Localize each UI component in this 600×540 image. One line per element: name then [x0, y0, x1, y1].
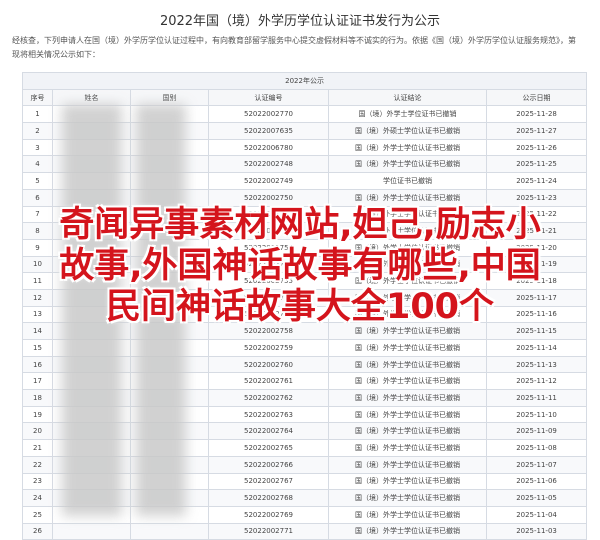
cell-no: 16 — [22, 355, 53, 374]
cell-id: 52022002749 — [208, 172, 329, 190]
cell-no: 21 — [22, 439, 53, 457]
header-no: 序号 — [22, 88, 53, 107]
cell-no: 3 — [22, 138, 53, 157]
cell-conclusion: 国（境）外学士学位认证书已撤销 — [328, 505, 487, 524]
cell-no: 25 — [22, 505, 53, 524]
cell-conclusion: 国（境）外学士学位认证书已撤销 — [328, 489, 487, 507]
header-id: 认证编号 — [208, 88, 329, 107]
intro-line-2: 现将相关情况公示如下： — [12, 50, 100, 59]
cell-no: 2 — [22, 122, 53, 140]
cell-id: 52022002763 — [208, 405, 329, 424]
table-row: 26 52022002771 国（境）外学士学位认证书已撤销 2025-11-03 — [22, 522, 588, 540]
cell-date: 2025-11-11 — [485, 389, 588, 407]
cell-conclusion: 国（境）外学士学位认证书已撤销 — [328, 405, 487, 424]
cell-no: 4 — [22, 155, 53, 174]
cell-conclusion: 国（境）外硕士学位认证书已撤销 — [328, 122, 487, 140]
cell-conclusion: 国（境）外学士学位认证书已撤销 — [328, 439, 487, 457]
cell-conclusion: 国（境）外学士学位认证书已撤销 — [328, 188, 487, 207]
cell-id: 52022002767 — [208, 472, 329, 491]
header-date: 公示日期 — [485, 88, 588, 107]
cell-date: 2025-11-13 — [485, 355, 588, 374]
cell-conclusion: 国（境）外学士学位认证书已撤销 — [328, 522, 487, 540]
intro-text: 经核查，下列申请人在国（境）外学历学位认证过程中，有向教育部留学服务中心提交虚假… — [12, 34, 592, 62]
cell-date: 2025-11-14 — [485, 339, 588, 357]
cell-conclusion: 国（境）外学士学位认证书已撤销 — [328, 455, 487, 474]
cell-no: 17 — [22, 372, 53, 391]
watermark-line-3: 民间神话故事大全100个 — [105, 287, 495, 327]
cell-date: 2025-11-28 — [485, 105, 588, 124]
cell-date: 2025-11-24 — [485, 172, 588, 190]
cell-conclusion: 学位证书已撤销 — [328, 172, 487, 190]
page-title: 2022年国（境）外学历学位认证证书发行为公示 — [159, 14, 441, 29]
cell-date: 2025-11-12 — [485, 372, 588, 391]
cell-no: 23 — [22, 472, 53, 491]
cell-date: 2025-11-05 — [485, 489, 588, 507]
header-conclusion: 认证结论 — [328, 88, 487, 107]
cell-conclusion: 国（境）外学士学位认证书已撤销 — [328, 355, 487, 374]
cell-conclusion: 国（境）外学士学位证书已撤销 — [328, 105, 487, 124]
watermark-line-2: 故事,外国神话故事有哪些,中国 — [59, 246, 541, 286]
cell-date: 2025-11-03 — [485, 522, 588, 540]
cell-no: 22 — [22, 455, 53, 474]
cell-date: 2025-11-06 — [485, 472, 588, 491]
cell-id: 52022002769 — [208, 505, 329, 524]
cell-id: 52022002770 — [208, 105, 329, 124]
cell-id: 52022002765 — [208, 439, 329, 457]
cell-id: 52022002764 — [208, 422, 329, 441]
cell-id: 52022002761 — [208, 372, 329, 391]
cell-no: 26 — [22, 522, 53, 540]
cell-no: 6 — [22, 188, 53, 207]
cell-id: 52022002771 — [208, 522, 329, 540]
cell-id: 52022002760 — [208, 355, 329, 374]
cell-date: 2025-11-27 — [485, 122, 588, 140]
cell-id: 52022002759 — [208, 339, 329, 357]
cell-no: 19 — [22, 405, 53, 424]
cell-date: 2025-11-08 — [485, 439, 588, 457]
cell-date: 2025-11-23 — [485, 188, 588, 207]
intro-line-1: 经核查，下列申请人在国（境）外学历学位认证过程中，有向教育部留学服务中心提交虚假… — [12, 36, 576, 45]
cell-name — [52, 522, 131, 540]
cell-id: 52022002768 — [208, 489, 329, 507]
cell-date: 2025-11-07 — [485, 455, 588, 474]
cell-id: 52022002748 — [208, 155, 329, 174]
cell-conclusion: 国（境）外学士学位认证书已撤销 — [328, 422, 487, 441]
cell-id: 52022002766 — [208, 455, 329, 474]
watermark-line-1: 奇闻异事素材网站,妲己,励志小 — [59, 205, 541, 245]
cell-no: 18 — [22, 389, 53, 407]
cell-no: 24 — [22, 489, 53, 507]
cell-id: 52022002762 — [208, 389, 329, 407]
cell-date: 2025-11-10 — [485, 405, 588, 424]
cell-no: 1 — [22, 105, 53, 124]
table-caption: 2022年公示 — [21, 72, 588, 90]
cell-country — [130, 522, 209, 540]
cell-date: 2025-11-25 — [485, 155, 588, 174]
watermark-headline: 奇闻异事素材网站,妲己,励志小 故事,外国神话故事有哪些,中国 民间神话故事大全… — [0, 205, 600, 328]
cell-date: 2025-11-26 — [485, 138, 588, 157]
cell-conclusion: 国（境）外学士学位认证书已撤销 — [328, 372, 487, 391]
cell-conclusion: 国（境）外学士学位认证书已撤销 — [328, 339, 487, 357]
cell-id: 52022002750 — [208, 188, 329, 207]
cell-conclusion: 国（境）外学士学位认证书已撤销 — [328, 138, 487, 157]
cell-no: 20 — [22, 422, 53, 441]
cell-id: 52022006780 — [208, 138, 329, 157]
cell-date: 2025-11-09 — [485, 422, 588, 441]
cell-no: 15 — [22, 339, 53, 357]
cell-conclusion: 国（境）外学士学位认证书已撤销 — [328, 472, 487, 491]
cell-conclusion: 国（境）外学士学位认证书已撤销 — [328, 155, 487, 174]
cell-date: 2025-11-04 — [485, 505, 588, 524]
cell-conclusion: 国（境）外学士学位认证书已撤销 — [328, 389, 487, 407]
cell-id: 52022007635 — [208, 122, 329, 140]
cell-no: 5 — [22, 172, 53, 190]
